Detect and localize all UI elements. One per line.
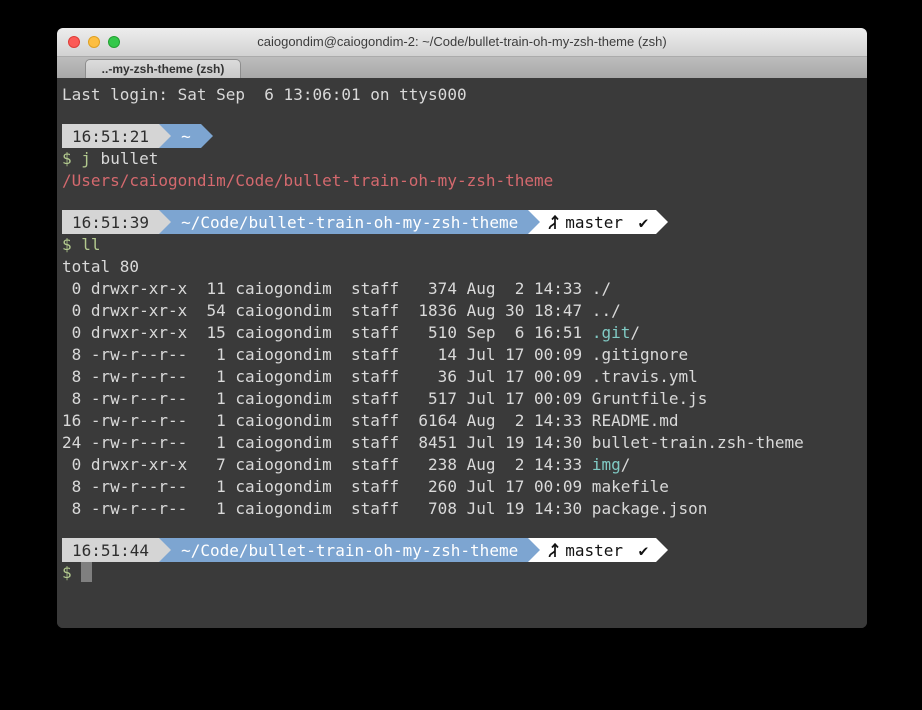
prompt-time-segment: 16:51:21 xyxy=(62,124,159,148)
prompt-dir-segment: ~/Code/bullet-train-oh-my-zsh-theme xyxy=(171,210,528,234)
terminal-line: /Users/caiogondim/Code/bullet-train-oh-m… xyxy=(62,170,862,192)
terminal-line: 0 drwxr-xr-x 54 caiogondim staff 1836 Au… xyxy=(62,300,862,322)
terminal-text: 8 -rw-r--r-- 1 caiogondim staff 708 Jul … xyxy=(62,499,707,518)
terminal-text: 0 drwxr-xr-x 54 caiogondim staff 1836 Au… xyxy=(62,301,621,320)
prompt-line: 16:51:44 ~/Code/bullet-train-oh-my-zsh-th… xyxy=(62,538,862,562)
git-branch-icon xyxy=(546,541,559,559)
terminal-line: total 80 xyxy=(62,256,862,278)
tab-bar: ..-my-zsh-theme (zsh) xyxy=(57,57,867,80)
git-branch-name: master xyxy=(565,213,632,232)
terminal-line: 8 -rw-r--r-- 1 caiogondim staff 14 Jul 1… xyxy=(62,344,862,366)
powerline-separator xyxy=(528,538,540,562)
tab-shell[interactable]: ..-my-zsh-theme (zsh) xyxy=(85,59,241,79)
terminal-text: 16 -rw-r--r-- 1 caiogondim staff 6164 Au… xyxy=(62,411,679,430)
window-title: caiogondim@caiogondim-2: ~/Code/bullet-t… xyxy=(57,28,867,56)
git-clean-check-icon: ✔ xyxy=(639,213,649,232)
prompt-time-segment: 16:51:44 xyxy=(62,538,159,562)
title-bar[interactable]: caiogondim@caiogondim-2: ~/Code/bullet-t… xyxy=(57,28,867,57)
terminal-line: $ xyxy=(62,562,862,584)
prompt-git-segment: master ✔ xyxy=(540,538,656,562)
powerline-separator xyxy=(528,210,540,234)
prompt-time-segment: 16:51:39 xyxy=(62,210,159,234)
powerline-separator xyxy=(656,538,668,562)
terminal-text: $ xyxy=(62,149,72,168)
terminal-text: 8 -rw-r--r-- 1 caiogondim staff 36 Jul 1… xyxy=(62,367,698,386)
prompt-line: 16:51:39 ~/Code/bullet-train-oh-my-zsh-th… xyxy=(62,210,862,234)
prompt-dir-segment: ~ xyxy=(171,124,201,148)
terminal-text: 0 drwxr-xr-x 15 caiogondim staff 510 Sep… xyxy=(62,323,592,342)
terminal-line: Last login: Sat Sep 6 13:06:01 on ttys00… xyxy=(62,84,862,106)
terminal-text: /Users/caiogondim/Code/bullet-train-oh-m… xyxy=(62,171,553,190)
terminal-screen[interactable]: Last login: Sat Sep 6 13:06:01 on ttys00… xyxy=(57,78,867,628)
terminal-line: 24 -rw-r--r-- 1 caiogondim staff 8451 Ju… xyxy=(62,432,862,454)
git-clean-check-icon: ✔ xyxy=(639,541,649,560)
terminal-text: / xyxy=(630,323,640,342)
powerline-separator xyxy=(201,124,213,148)
git-branch-name: master xyxy=(565,541,632,560)
terminal-text: j xyxy=(81,149,91,168)
terminal-text: bullet xyxy=(91,149,158,168)
terminal-line: $ ll xyxy=(62,234,862,256)
terminal-text: 24 -rw-r--r-- 1 caiogondim staff 8451 Ju… xyxy=(62,433,804,452)
terminal-text: total 80 xyxy=(62,257,139,276)
prompt-git-segment: master ✔ xyxy=(540,210,656,234)
terminal-cursor xyxy=(81,562,92,582)
terminal-text: $ xyxy=(62,563,81,582)
prompt-line: 16:51:21 ~ xyxy=(62,124,862,148)
terminal-line: 8 -rw-r--r-- 1 caiogondim staff 708 Jul … xyxy=(62,498,862,520)
terminal-window: caiogondim@caiogondim-2: ~/Code/bullet-t… xyxy=(57,28,867,628)
git-branch-icon xyxy=(546,213,559,231)
terminal-text: 0 drwxr-xr-x 11 caiogondim staff 374 Aug… xyxy=(62,279,611,298)
terminal-blank-line xyxy=(62,106,862,124)
terminal-line: 8 -rw-r--r-- 1 caiogondim staff 260 Jul … xyxy=(62,476,862,498)
terminal-line: 0 drwxr-xr-x 15 caiogondim staff 510 Sep… xyxy=(62,322,862,344)
terminal-text xyxy=(72,149,82,168)
terminal-line: $ j bullet xyxy=(62,148,862,170)
terminal-blank-line xyxy=(62,192,862,210)
terminal-blank-line xyxy=(62,520,862,538)
terminal-text: .git xyxy=(592,323,631,342)
prompt-dir-segment: ~/Code/bullet-train-oh-my-zsh-theme xyxy=(171,538,528,562)
powerline-separator xyxy=(159,210,171,234)
powerline-separator xyxy=(159,538,171,562)
terminal-text: 8 -rw-r--r-- 1 caiogondim staff 260 Jul … xyxy=(62,477,669,496)
terminal-text: $ ll xyxy=(62,235,101,254)
terminal-line: 16 -rw-r--r-- 1 caiogondim staff 6164 Au… xyxy=(62,410,862,432)
terminal-text: 0 drwxr-xr-x 7 caiogondim staff 238 Aug … xyxy=(62,455,592,474)
terminal-text: 8 -rw-r--r-- 1 caiogondim staff 14 Jul 1… xyxy=(62,345,688,364)
terminal-line: 8 -rw-r--r-- 1 caiogondim staff 36 Jul 1… xyxy=(62,366,862,388)
powerline-separator xyxy=(159,124,171,148)
terminal-line: 0 drwxr-xr-x 7 caiogondim staff 238 Aug … xyxy=(62,454,862,476)
terminal-text: Last login: Sat Sep 6 13:06:01 on ttys00… xyxy=(62,85,467,104)
terminal-text: 8 -rw-r--r-- 1 caiogondim staff 517 Jul … xyxy=(62,389,707,408)
terminal-line: 0 drwxr-xr-x 11 caiogondim staff 374 Aug… xyxy=(62,278,862,300)
terminal-text: / xyxy=(621,455,631,474)
terminal-line: 8 -rw-r--r-- 1 caiogondim staff 517 Jul … xyxy=(62,388,862,410)
terminal-text: img xyxy=(592,455,621,474)
powerline-separator xyxy=(656,210,668,234)
